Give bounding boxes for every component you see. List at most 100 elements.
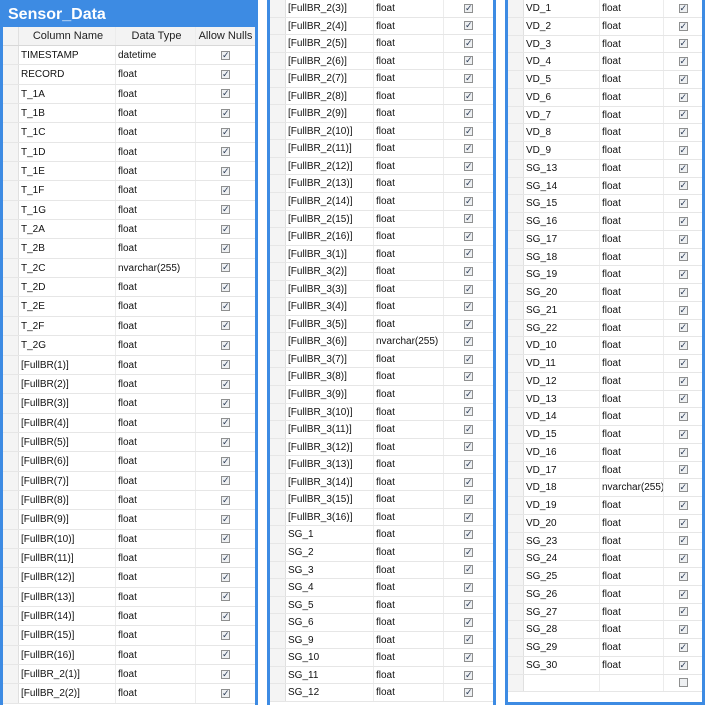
data-type-cell[interactable]: float: [600, 177, 664, 195]
data-type-cell[interactable]: float: [374, 403, 444, 421]
column-name-cell[interactable]: [FullBR_2(1)]: [19, 665, 116, 684]
column-name-cell[interactable]: [FullBR_2(2)]: [19, 684, 116, 703]
allow-nulls-checkbox[interactable]: [678, 641, 688, 653]
row-selector[interactable]: [3, 142, 19, 162]
data-type-cell[interactable]: float: [374, 122, 444, 140]
data-type-cell[interactable]: float: [600, 319, 664, 337]
row-selector[interactable]: [3, 548, 19, 568]
column-name-cell[interactable]: SG_15: [524, 195, 600, 212]
table-row[interactable]: T_2D float: [3, 278, 255, 298]
column-name-cell[interactable]: SG_13: [524, 159, 600, 177]
column-name-cell[interactable]: SG_21: [524, 301, 600, 319]
allow-nulls-checkbox[interactable]: [678, 144, 688, 156]
data-type-cell[interactable]: float: [600, 390, 664, 408]
row-selector[interactable]: [3, 162, 19, 181]
row-selector[interactable]: [3, 490, 19, 510]
allow-nulls-checkbox[interactable]: [678, 91, 688, 103]
data-type-cell[interactable]: float: [116, 471, 196, 490]
row-selector[interactable]: [270, 0, 286, 17]
allow-nulls-checkbox[interactable]: [678, 250, 688, 262]
row-selector[interactable]: [508, 426, 524, 443]
table-row[interactable]: [FullBR(16)] float: [3, 645, 255, 665]
data-type-cell[interactable]: float: [116, 568, 196, 587]
row-selector[interactable]: [270, 17, 286, 35]
allow-nulls-checkbox[interactable]: [678, 304, 688, 316]
allow-nulls-checkbox[interactable]: [464, 230, 473, 242]
column-name-cell[interactable]: SG_30: [524, 656, 600, 674]
column-name-cell[interactable]: [FullBR_3(9)]: [286, 386, 374, 403]
allow-nulls-checkbox[interactable]: [678, 552, 688, 564]
allow-nulls-checkbox[interactable]: [221, 416, 230, 428]
row-selector[interactable]: [508, 213, 524, 230]
table-row[interactable]: [FullBR_3(2)] float: [270, 263, 493, 281]
table-row[interactable]: [FullBR_2(6)] float: [270, 52, 493, 71]
column-name-cell[interactable]: [FullBR_3(2)]: [286, 263, 374, 280]
table-row[interactable]: SG_16 float: [508, 213, 702, 231]
data-type-cell[interactable]: float: [600, 195, 664, 212]
table-row[interactable]: T_1A float: [3, 84, 255, 105]
column-name-cell[interactable]: VD_2: [524, 17, 600, 35]
allow-nulls-checkbox[interactable]: [464, 405, 473, 417]
column-name-cell[interactable]: [FullBR_2(7)]: [286, 70, 374, 87]
row-selector[interactable]: [508, 532, 524, 550]
allow-nulls-checkbox[interactable]: [678, 517, 688, 529]
table-row[interactable]: VD_3 float: [508, 35, 702, 54]
data-type-cell[interactable]: float: [374, 543, 444, 561]
table-row[interactable]: [FullBR_2(12)] float: [270, 157, 493, 176]
column-name-cell[interactable]: T_1G: [19, 200, 116, 220]
column-name-cell[interactable]: [FullBR_3(5)]: [286, 315, 374, 333]
data-type-cell[interactable]: float: [374, 473, 444, 491]
row-selector[interactable]: [3, 278, 19, 297]
table-row[interactable]: SG_11 float: [270, 666, 493, 685]
table-row[interactable]: [FullBR_3(1)] float: [270, 245, 493, 264]
row-selector[interactable]: [3, 394, 19, 413]
column-name-cell[interactable]: T_1C: [19, 123, 116, 142]
allow-nulls-checkbox[interactable]: [221, 261, 230, 273]
row-selector[interactable]: [508, 568, 524, 585]
row-selector[interactable]: [270, 52, 286, 70]
table-row[interactable]: [FullBR_3(12)] float: [270, 438, 493, 457]
table-row[interactable]: SG_3 float: [270, 561, 493, 580]
table-row[interactable]: VD_6 float: [508, 88, 702, 107]
table-row[interactable]: T_1G float: [3, 200, 255, 221]
column-name-cell[interactable]: [FullBR_2(15)]: [286, 210, 374, 228]
table-row[interactable]: [FullBR(6)] float: [3, 452, 255, 472]
allow-nulls-checkbox[interactable]: [464, 598, 473, 610]
data-type-cell[interactable]: float: [374, 456, 444, 473]
row-selector[interactable]: [270, 438, 286, 456]
row-selector[interactable]: [270, 596, 286, 614]
allow-nulls-checkbox[interactable]: [221, 68, 230, 80]
row-selector[interactable]: [508, 443, 524, 461]
allow-nulls-checkbox[interactable]: [221, 300, 230, 312]
data-type-cell[interactable]: float: [374, 87, 444, 105]
allow-nulls-checkbox[interactable]: [221, 648, 230, 660]
column-name-cell[interactable]: SG_9: [286, 631, 374, 649]
table-row[interactable]: VD_1 float: [508, 0, 702, 18]
allow-nulls-checkbox[interactable]: [464, 546, 473, 558]
table-row[interactable]: SG_26 float: [508, 585, 702, 604]
allow-nulls-checkbox[interactable]: [678, 392, 688, 404]
column-name-cell[interactable]: SG_3: [286, 561, 374, 579]
table-row[interactable]: [FullBR_2(16)] float: [270, 228, 493, 246]
data-type-cell[interactable]: float: [116, 529, 196, 548]
data-type-cell[interactable]: float: [600, 142, 664, 159]
table-row[interactable]: SG_2 float: [270, 543, 493, 562]
column-name-cell[interactable]: [FullBR(13)]: [19, 587, 116, 606]
column-name-cell[interactable]: RECORD: [19, 65, 116, 84]
row-selector[interactable]: [508, 53, 524, 70]
column-name-cell[interactable]: SG_25: [524, 568, 600, 585]
allow-nulls-checkbox[interactable]: [678, 659, 688, 671]
data-type-cell[interactable]: float: [116, 548, 196, 568]
column-name-cell[interactable]: SG_29: [524, 639, 600, 656]
row-selector[interactable]: [508, 284, 524, 301]
allow-nulls-checkbox[interactable]: [221, 339, 230, 351]
data-type-cell[interactable]: float: [116, 665, 196, 684]
row-selector[interactable]: [3, 220, 19, 239]
row-selector[interactable]: [3, 665, 19, 684]
data-type-cell[interactable]: float: [374, 561, 444, 579]
data-type-cell[interactable]: float: [116, 684, 196, 703]
allow-nulls-checkbox[interactable]: [464, 581, 473, 593]
allow-nulls-checkbox[interactable]: [678, 37, 688, 49]
table-row[interactable]: [FullBR_2(9)] float: [270, 105, 493, 123]
column-name-cell[interactable]: SG_12: [286, 684, 374, 701]
